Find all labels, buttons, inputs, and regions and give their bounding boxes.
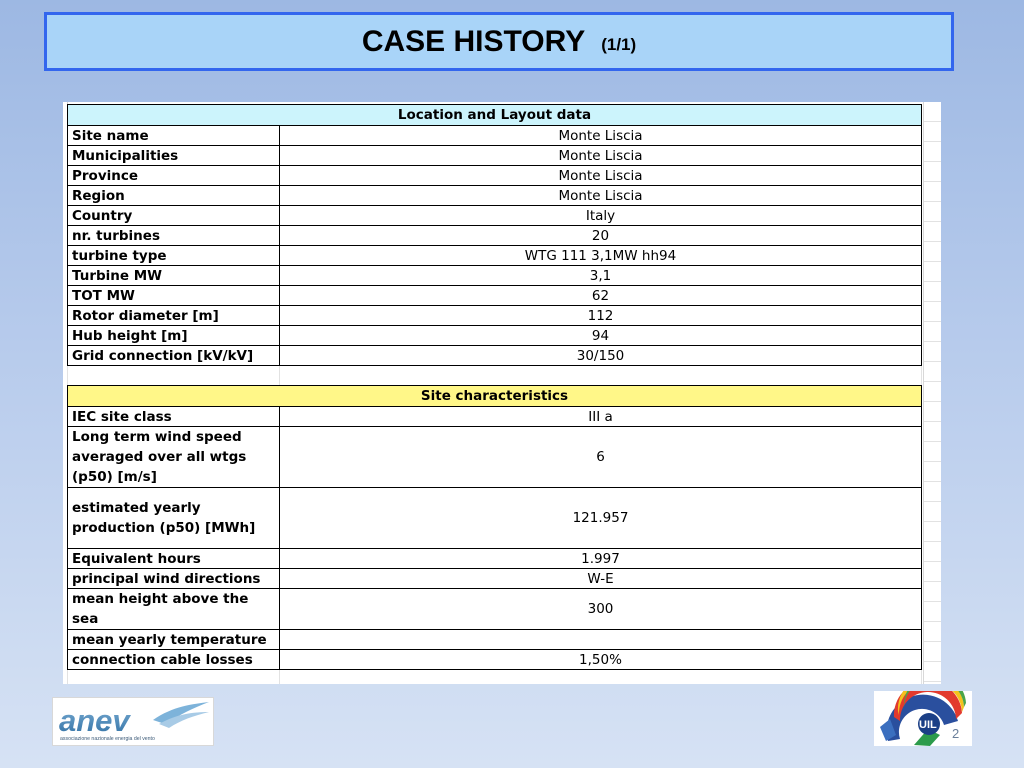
row-label: nr. turbines xyxy=(67,225,280,246)
row-value: 30/150 xyxy=(279,345,922,366)
slide-title: CASE HISTORY xyxy=(361,24,586,58)
row-value: 62 xyxy=(279,285,922,306)
table-row: nr. turbines 20 xyxy=(67,225,922,246)
row-value: 3,1 xyxy=(279,265,922,286)
row-value: III a xyxy=(279,406,922,427)
row-value: 1,50% xyxy=(279,649,922,670)
row-value: Monte Liscia xyxy=(279,185,922,206)
row-label: Long term wind speed averaged over all w… xyxy=(67,426,280,488)
table-row: TOT MW 62 xyxy=(67,285,922,306)
table-row: IEC site class III a xyxy=(67,406,922,427)
table-row: estimated yearly production (p50) [MWh] … xyxy=(67,487,922,549)
row-label: turbine type xyxy=(67,245,280,266)
row-value: 94 xyxy=(279,325,922,346)
row-label: Rotor diameter [m] xyxy=(67,305,280,326)
table-row: Country Italy xyxy=(67,205,922,226)
row-label: mean height above the sea xyxy=(67,588,280,630)
table-row: Grid connection [kV/kV] 30/150 xyxy=(67,345,922,366)
anev-logo: anev associazione nazionale energia del … xyxy=(52,697,214,746)
row-value: Monte Liscia xyxy=(279,125,922,146)
section-header-site: Site characteristics xyxy=(67,385,922,407)
row-label: Region xyxy=(67,185,280,206)
slide-title-suffix: (1/1) xyxy=(601,34,637,54)
page-number: 2 xyxy=(952,726,960,741)
section-title: Location and Layout data xyxy=(67,104,922,126)
row-label: IEC site class xyxy=(67,406,280,427)
row-label: Grid connection [kV/kV] xyxy=(67,345,280,366)
row-label: principal wind directions xyxy=(67,568,280,589)
row-label: Site name xyxy=(67,125,280,146)
row-value: Monte Liscia xyxy=(279,145,922,166)
table-row: Long term wind speed averaged over all w… xyxy=(67,426,922,488)
row-label: mean yearly temperature xyxy=(67,629,280,650)
row-value: 121.957 xyxy=(279,487,922,549)
row-label: connection cable losses xyxy=(67,649,280,670)
row-label: Hub height [m] xyxy=(67,325,280,346)
row-value xyxy=(279,629,922,650)
spreadsheet-side-column xyxy=(923,102,941,684)
blank-row xyxy=(67,669,922,684)
row-value: 300 xyxy=(279,588,922,630)
blank-row xyxy=(67,365,922,386)
table-row: Turbine MW 3,1 xyxy=(67,265,922,286)
row-label: Turbine MW xyxy=(67,265,280,286)
case-history-table: Location and Layout data Site name Monte… xyxy=(67,104,922,684)
anev-wordmark: anev xyxy=(59,703,131,738)
table-row: Equivalent hours 1.997 xyxy=(67,548,922,569)
table-row: Province Monte Liscia xyxy=(67,165,922,186)
anev-tagline: associazione nazionale energia del vento xyxy=(60,736,155,742)
row-label: estimated yearly production (p50) [MWh] xyxy=(67,487,280,549)
row-value: Italy xyxy=(279,205,922,226)
row-value: Monte Liscia xyxy=(279,165,922,186)
table-row: principal wind directions W-E xyxy=(67,568,922,589)
row-value: 112 xyxy=(279,305,922,326)
row-label: Province xyxy=(67,165,280,186)
row-label: Municipalities xyxy=(67,145,280,166)
row-value: WTG 111 3,1MW hh94 xyxy=(279,245,922,266)
table-row: mean yearly temperature xyxy=(67,629,922,650)
table-row: mean height above the sea 300 xyxy=(67,588,922,630)
table-row: turbine type WTG 111 3,1MW hh94 xyxy=(67,245,922,266)
table-row: Site name Monte Liscia xyxy=(67,125,922,146)
section-title: Site characteristics xyxy=(67,385,922,407)
spreadsheet-image: Location and Layout data Site name Monte… xyxy=(63,102,941,684)
section-header-location: Location and Layout data xyxy=(67,104,922,126)
row-label: Equivalent hours xyxy=(67,548,280,569)
slide-title-box: CASE HISTORY (1/1) xyxy=(44,12,954,71)
table-row: Rotor diameter [m] 112 xyxy=(67,305,922,326)
table-row: connection cable losses 1,50% xyxy=(67,649,922,670)
table-row: Region Monte Liscia xyxy=(67,185,922,206)
uil-wordmark: UIL xyxy=(919,719,937,731)
row-value: 6 xyxy=(279,426,922,488)
table-row: Municipalities Monte Liscia xyxy=(67,145,922,166)
row-value: W-E xyxy=(279,568,922,589)
anev-logo-graphic: anev associazione nazionale energia del … xyxy=(59,702,209,742)
row-label: Country xyxy=(67,205,280,226)
row-value: 20 xyxy=(279,225,922,246)
row-label: TOT MW xyxy=(67,285,280,306)
table-row: Hub height [m] 94 xyxy=(67,325,922,346)
row-value: 1.997 xyxy=(279,548,922,569)
